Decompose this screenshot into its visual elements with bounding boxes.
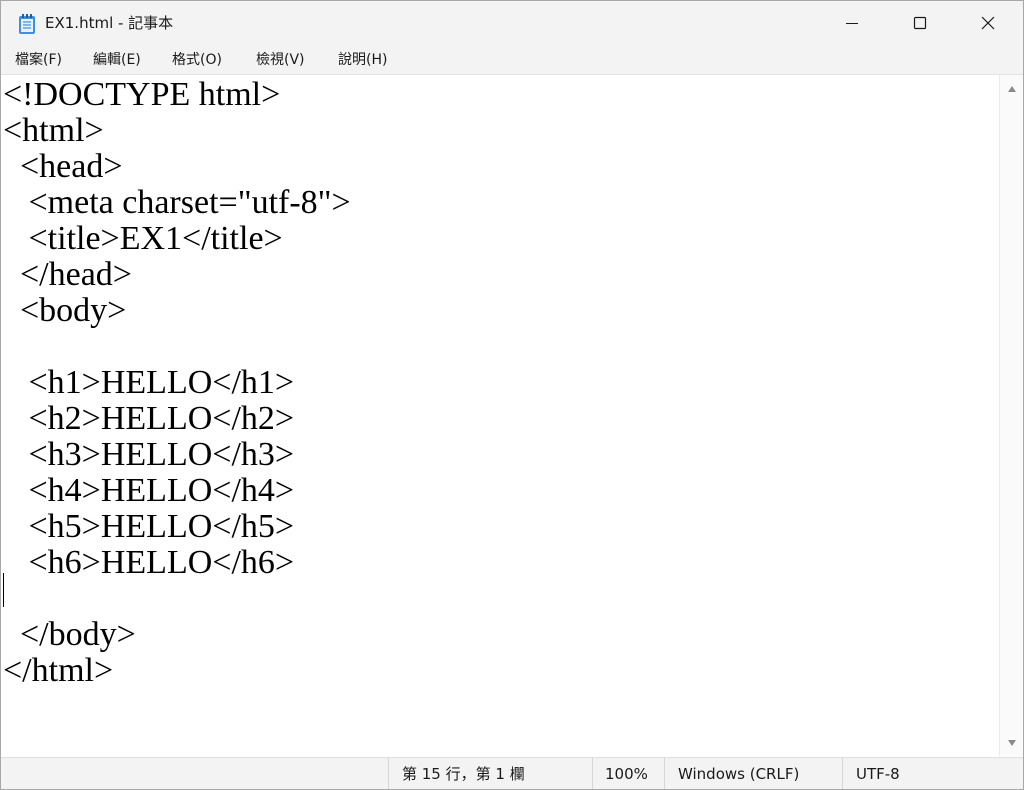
notepad-window: EX1.html - 記事本 檔案(F) 編輯(E) 格式(O) 檢視(V) 說… <box>0 0 1024 790</box>
close-button[interactable] <box>965 1 1011 45</box>
code-line: </head> <box>3 256 132 293</box>
notepad-icon <box>17 13 37 35</box>
code-line: <html> <box>3 112 104 149</box>
code-line: </html> <box>3 652 114 689</box>
menu-view[interactable]: 檢視(V) <box>256 50 305 70</box>
code-line: <h1>HELLO</h1> <box>3 364 295 401</box>
code-line: <body> <box>3 292 127 329</box>
menu-help[interactable]: 說明(H) <box>338 50 387 70</box>
maximize-button[interactable] <box>897 1 943 45</box>
zoom-level: 100% <box>605 765 648 783</box>
title-bar[interactable]: EX1.html - 記事本 <box>1 1 1023 45</box>
code-line: <h4>HELLO</h4> <box>3 472 295 509</box>
maximize-icon <box>913 16 927 30</box>
minimize-icon <box>846 23 858 24</box>
code-line: <title>EX1</title> <box>3 220 283 257</box>
code-line: <h3>HELLO</h3> <box>3 436 295 473</box>
code-line: <meta charset="utf-8"> <box>3 184 351 221</box>
code-line: <!DOCTYPE html> <box>3 76 281 113</box>
line-ending: Windows (CRLF) <box>678 765 800 783</box>
status-bar: 第 15 行，第 1 欄 100% Windows (CRLF) UTF-8 <box>1 757 1023 789</box>
code-line: <h5>HELLO</h5> <box>3 508 295 545</box>
status-separator <box>388 758 389 789</box>
scroll-down-icon[interactable] <box>1007 739 1017 747</box>
menu-edit[interactable]: 編輯(E) <box>93 50 141 70</box>
window-title: EX1.html - 記事本 <box>45 14 174 32</box>
menu-file[interactable]: 檔案(F) <box>15 50 62 70</box>
close-icon <box>981 16 995 30</box>
scroll-up-icon[interactable] <box>1007 85 1017 93</box>
minimize-button[interactable] <box>829 1 875 45</box>
menu-format[interactable]: 格式(O) <box>172 50 222 70</box>
cursor-position: 第 15 行，第 1 欄 <box>402 765 525 783</box>
text-caret <box>3 573 4 607</box>
text-editor[interactable]: <!DOCTYPE html> <html> <head> <meta char… <box>1 75 999 756</box>
vertical-scrollbar[interactable] <box>999 75 1023 756</box>
code-line: <h6>HELLO</h6> <box>3 544 295 581</box>
code-line: </body> <box>3 616 136 653</box>
encoding: UTF-8 <box>856 765 900 783</box>
code-line: <h2>HELLO</h2> <box>3 400 295 437</box>
menu-bar: 檔案(F) 編輯(E) 格式(O) 檢視(V) 說明(H) <box>1 45 1023 75</box>
status-separator <box>592 758 593 789</box>
status-separator <box>842 758 843 789</box>
code-line: <head> <box>3 148 123 185</box>
status-separator <box>664 758 665 789</box>
